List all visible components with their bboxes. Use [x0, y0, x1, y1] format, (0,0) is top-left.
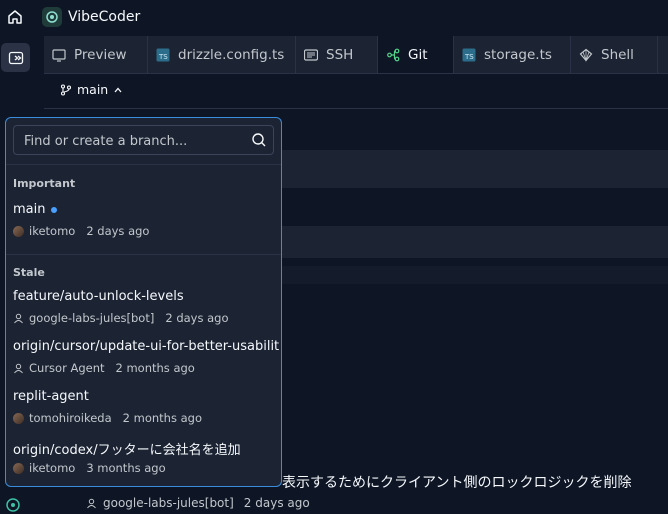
- branch-name: main: [13, 202, 46, 217]
- chevron-up-icon: [114, 87, 122, 92]
- commit-title: 表示するためにクライアント側のロックロジックを削除: [282, 475, 632, 491]
- top-bar: VibeCoder: [0, 0, 668, 36]
- branch-item-main[interactable]: main iketomo 2 days ago: [6, 198, 281, 246]
- shell-icon: [579, 48, 593, 62]
- sidebar-toggle-button[interactable]: [1, 43, 30, 72]
- tab-label: drizzle.config.ts: [178, 46, 285, 63]
- avatar: [13, 462, 24, 474]
- tab-label: SSH: [326, 46, 354, 63]
- branch-time: 2 months ago: [122, 411, 202, 425]
- divider: [6, 254, 281, 255]
- tab-drizzle-config[interactable]: TS drizzle.config.ts: [148, 36, 296, 73]
- section-stale-label: Stale: [13, 266, 45, 279]
- branch-name: feature/auto-unlock-levels: [13, 289, 184, 304]
- home-icon[interactable]: [6, 8, 24, 26]
- sidebar-toggle-icon: [8, 51, 23, 64]
- typescript-icon: TS: [156, 48, 170, 61]
- branch-item[interactable]: origin/codex/フッターに会社名を追加 iketomo 3 month…: [6, 435, 281, 483]
- branch-popover: Important main iketomo 2 days ago Stale …: [5, 117, 282, 487]
- branch-search-input[interactable]: [22, 126, 246, 156]
- tab-label: Shell: [601, 46, 634, 63]
- branch-name: origin/codex/フッターに会社名を追加: [13, 443, 241, 458]
- branch-bar: main: [44, 74, 668, 109]
- app-title: VibeCoder: [68, 9, 141, 25]
- current-branch-dot: [51, 206, 58, 213]
- divider: [6, 164, 281, 165]
- branch-search: [13, 125, 274, 156]
- branch-author: iketomo: [29, 461, 76, 475]
- tab-storage[interactable]: TS storage.ts: [454, 36, 571, 73]
- git-icon: [387, 48, 400, 61]
- branch-name: origin/cursor/update-ui-for-better-usabi…: [13, 339, 280, 354]
- branch-author: google-labs-jules[bot]: [29, 311, 155, 325]
- commit-author: google-labs-jules[bot]: [103, 496, 234, 510]
- branch-author: Cursor Agent: [29, 361, 105, 375]
- branch-time: 2 months ago: [115, 361, 195, 375]
- terminal-icon: [304, 48, 318, 61]
- commit-time: 2 days ago: [243, 496, 310, 510]
- commit-meta: google-labs-jules[bot] 2 days ago: [86, 496, 310, 510]
- tab-git[interactable]: Git: [378, 36, 454, 73]
- typescript-icon: TS: [462, 48, 476, 61]
- preview-icon: [52, 48, 66, 62]
- branch-item[interactable]: replit-agent tomohiroikeda 2 months ago: [6, 385, 281, 433]
- svg-text:TS: TS: [158, 53, 168, 61]
- branch-name: replit-agent: [13, 389, 89, 404]
- app-logo-icon: [42, 7, 62, 27]
- tab-label: Preview: [74, 46, 127, 63]
- tab-bar: Preview TS drizzle.config.ts SSH Git TS …: [44, 36, 668, 74]
- person-icon: [14, 363, 23, 373]
- branch-time: 3 months ago: [86, 461, 166, 475]
- branch-time: 2 days ago: [165, 311, 229, 325]
- tab-label: Git: [408, 46, 428, 63]
- branch-time: 2 days ago: [86, 224, 150, 238]
- svg-text:TS: TS: [464, 53, 474, 61]
- branch-icon: [60, 83, 72, 96]
- branch-author: iketomo: [29, 224, 76, 238]
- branch-author: tomohiroikeda: [29, 411, 112, 425]
- person-icon: [14, 313, 23, 323]
- branch-selector-button[interactable]: main: [60, 82, 123, 97]
- section-important-label: Important: [13, 177, 76, 190]
- current-branch-label: main: [77, 82, 109, 97]
- branch-item[interactable]: origin/cursor/update-ui-for-better-usabi…: [6, 335, 281, 383]
- tab-ssh[interactable]: SSH: [296, 36, 378, 73]
- tab-preview[interactable]: Preview: [44, 36, 148, 73]
- avatar: [13, 225, 24, 237]
- person-icon: [87, 498, 96, 508]
- tab-shell[interactable]: Shell: [571, 36, 658, 73]
- tab-label: storage.ts: [484, 46, 552, 63]
- branch-item[interactable]: feature/auto-unlock-levels google-labs-j…: [6, 285, 281, 333]
- avatar: [13, 412, 24, 424]
- agent-icon[interactable]: [5, 497, 21, 513]
- search-icon: [252, 133, 266, 147]
